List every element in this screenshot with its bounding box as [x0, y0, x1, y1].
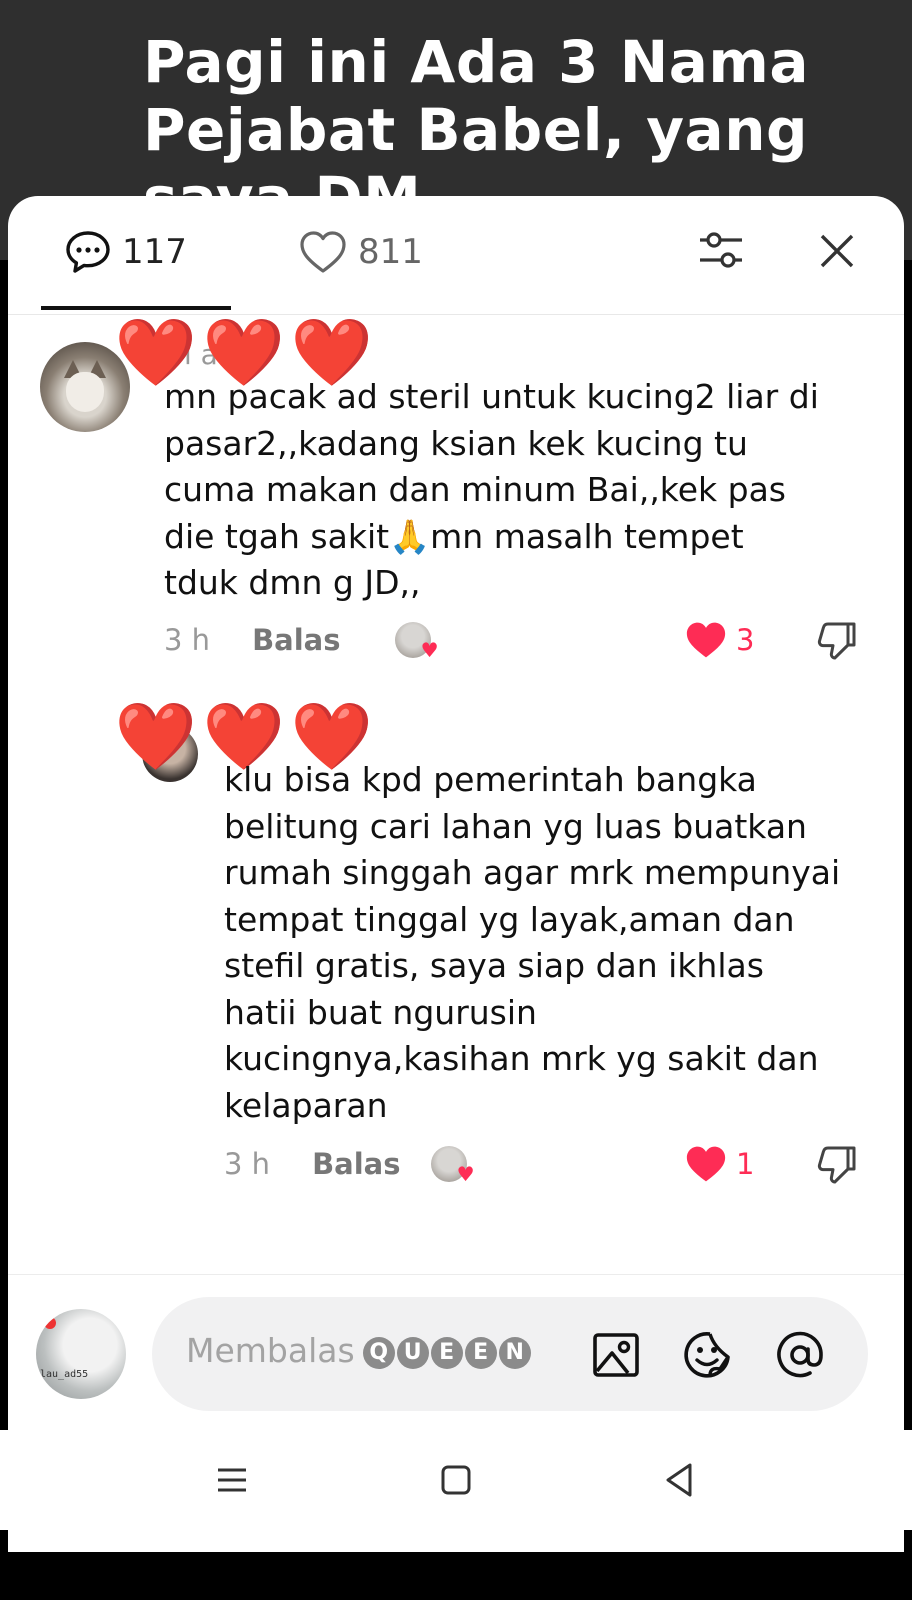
comment-meta: 3 h Balas ♥: [224, 1142, 475, 1186]
comment-bubble-icon: [66, 231, 110, 273]
comment-meta: 3 h Balas ♥: [164, 618, 439, 662]
my-avatar[interactable]: lau_ad55: [36, 1309, 126, 1399]
heart-filled-icon: [686, 1146, 726, 1182]
mention-icon: [777, 1331, 823, 1378]
creator-liked-avatar: ♥: [430, 1146, 475, 1186]
name-letter: E: [430, 1336, 463, 1369]
emoji-icon: [684, 1332, 730, 1378]
close-icon: [820, 234, 854, 268]
comment-text: klu bisa kpd pemerintah bangka belitung …: [224, 760, 841, 1125]
comment-sheet: 117 811 i ar ❤️❤️❤️ mn pacak ad steril u…: [8, 196, 904, 1552]
avatar-tag: lau_ad55: [40, 1369, 89, 1380]
system-nav-bar: [0, 1430, 912, 1530]
tab-comments[interactable]: 117: [64, 230, 187, 274]
reply-input[interactable]: Membalas Q U E E N: [152, 1297, 868, 1411]
image-button[interactable]: [588, 1327, 644, 1383]
active-tab-underline: [41, 306, 231, 310]
back-triangle-icon: [666, 1463, 692, 1497]
emoji-button[interactable]: [680, 1327, 736, 1383]
image-icon: [593, 1333, 639, 1377]
like-button[interactable]: 1: [684, 1142, 754, 1186]
heart-outline-icon: [300, 231, 346, 273]
comment-time: 3 h: [224, 1147, 271, 1181]
name-letter: Q: [362, 1336, 395, 1369]
reply-button[interactable]: Balas: [312, 1147, 400, 1181]
comment-text: mn pacak ad steril untuk kucing2 liar di…: [164, 377, 819, 602]
menu-icon: [218, 1468, 246, 1492]
heart-filled-icon: [686, 622, 726, 658]
reply-placeholder: Membalas Q U E E N: [186, 1331, 533, 1370]
home-button[interactable]: [428, 1452, 484, 1508]
home-square-icon: [441, 1465, 471, 1495]
like-count: 811: [358, 232, 423, 272]
comment-time: 3 h: [164, 623, 211, 657]
comment-tabs: 117 811: [8, 196, 904, 315]
name-letter: N: [498, 1336, 531, 1369]
like-button[interactable]: 3: [684, 618, 754, 662]
dislike-button[interactable]: [814, 618, 860, 664]
tab-likes[interactable]: 811: [298, 230, 423, 274]
mention-button[interactable]: [772, 1327, 828, 1383]
mini-heart-icon: ♥: [420, 638, 439, 662]
placeholder-text: Membalas: [186, 1331, 355, 1370]
comment-count: 117: [122, 232, 187, 272]
mini-heart-icon: ♥: [456, 1162, 475, 1186]
like-count: 3: [736, 623, 755, 657]
thumbs-down-icon: [817, 622, 856, 660]
sliders-icon: [700, 232, 742, 268]
dislike-button[interactable]: [814, 1142, 860, 1188]
heart-emoji: ❤️: [114, 698, 198, 775]
reply-button[interactable]: Balas: [252, 623, 340, 657]
back-button[interactable]: [652, 1452, 708, 1508]
name-letter: E: [464, 1336, 497, 1369]
name-letter: U: [396, 1336, 429, 1369]
video-caption: Pagi ini Ada 3 Nama Pejabat Babel, yang …: [143, 28, 809, 196]
like-count: 1: [736, 1147, 755, 1181]
reply-target-name: QUEEN: [362, 1336, 533, 1369]
thumbs-down-icon: [817, 1146, 856, 1184]
menu-button[interactable]: [204, 1452, 260, 1508]
filter-button[interactable]: [696, 226, 746, 276]
creator-liked-avatar: ♥: [394, 622, 439, 662]
bottom-edge: [0, 1552, 912, 1600]
close-button[interactable]: [814, 226, 860, 276]
